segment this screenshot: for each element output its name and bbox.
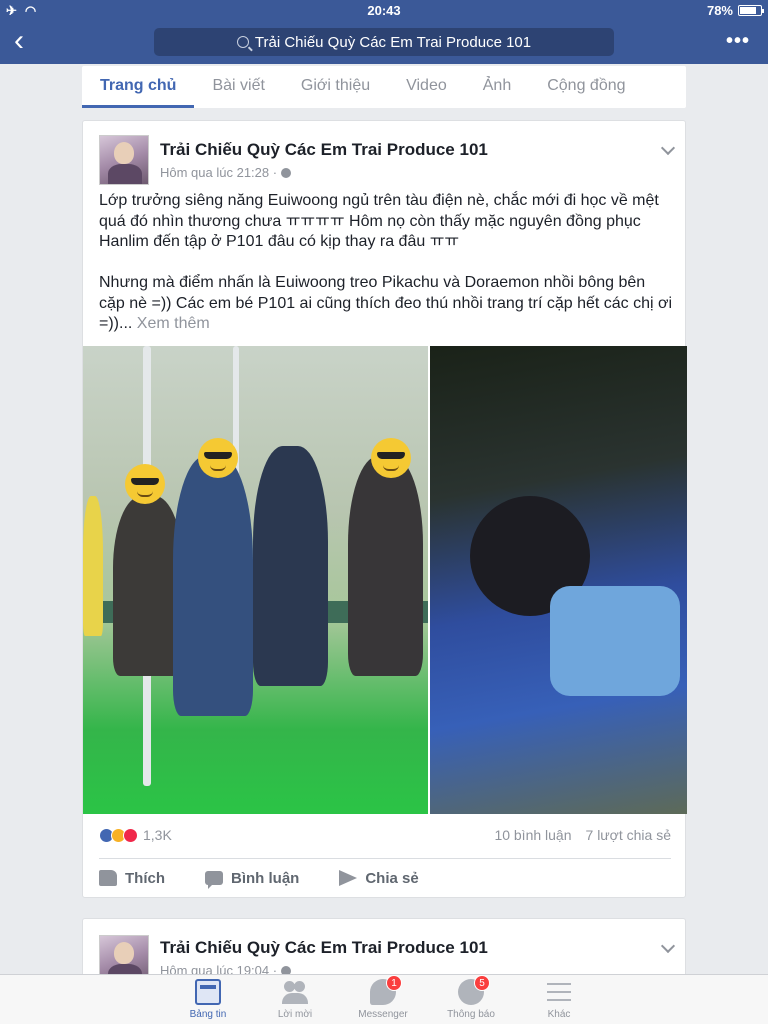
post-page-name[interactable]: Trải Chiếu Quỳ Các Em Trai Produce 101 xyxy=(160,140,488,160)
status-time: 20:43 xyxy=(367,3,401,18)
status-bar: ✈ ◠ 20:43 78% xyxy=(0,0,768,20)
messenger-icon: 1 xyxy=(370,975,402,1005)
share-button[interactable]: Chia sẻ xyxy=(339,869,419,887)
post-stats: 1,3K 10 bình luận 7 lượt chia sẻ xyxy=(99,827,671,847)
tab-label: Thông báo xyxy=(447,1009,495,1020)
back-chevron-icon[interactable]: ‹ xyxy=(14,26,38,56)
passenger xyxy=(173,456,253,716)
bottom-tab-bar: Bảng tin Lời mời 1 Messenger 5 Thông báo… xyxy=(0,974,768,1024)
tab-posts[interactable]: Bài viết xyxy=(194,66,282,108)
post-card: Trải Chiếu Quỳ Các Em Trai Produce 101 H… xyxy=(82,120,687,898)
tab-news-feed[interactable]: Bảng tin xyxy=(163,979,253,1020)
passenger xyxy=(83,496,103,636)
divider xyxy=(99,858,671,859)
battery-percent: 78% xyxy=(706,3,733,18)
search-text: Trải Chiếu Quỳ Các Em Trai Produce 101 xyxy=(254,33,532,51)
notifications-badge: 5 xyxy=(474,975,490,991)
love-reaction-icon xyxy=(123,827,138,843)
post-options-chevron-icon[interactable] xyxy=(660,938,676,954)
post-timestamp[interactable]: Hôm qua lúc 21:28 · xyxy=(160,165,277,180)
friend-requests-icon xyxy=(282,979,308,1005)
like-button[interactable]: Thích xyxy=(99,870,165,887)
post-actions: Thích Bình luận Chia sẻ xyxy=(99,865,671,891)
see-more-link[interactable]: Xem thêm xyxy=(137,315,210,332)
share-icon xyxy=(339,870,358,886)
nav-bar: ‹ Trải Chiếu Quỳ Các Em Trai Produce 101… xyxy=(0,20,768,64)
comment-label: Bình luận xyxy=(231,869,300,887)
reactions-summary[interactable]: 1,3K xyxy=(99,827,172,843)
post-text: Lớp trưởng siêng năng Euiwoong ngủ trên … xyxy=(99,191,675,335)
battery-icon xyxy=(738,5,764,16)
tab-label: Messenger xyxy=(358,1009,408,1020)
student-euiwoong xyxy=(253,446,328,686)
reaction-count: 1,3K xyxy=(143,827,172,843)
tab-videos[interactable]: Video xyxy=(388,66,465,108)
comment-icon xyxy=(205,871,223,889)
tab-friend-requests[interactable]: Lời mời xyxy=(250,979,340,1020)
post-photo[interactable] xyxy=(83,346,687,814)
search-icon xyxy=(236,36,249,48)
search-bar[interactable]: Trải Chiếu Quỳ Các Em Trai Produce 101 xyxy=(154,28,614,56)
post-page-name[interactable]: Trải Chiếu Quỳ Các Em Trai Produce 101 xyxy=(160,938,488,958)
globe-icon: 5 xyxy=(458,975,490,1005)
tab-about[interactable]: Giới thiệu xyxy=(283,66,388,108)
share-label: Chia sẻ xyxy=(365,869,419,887)
passenger xyxy=(348,456,423,676)
sunglasses-emoji-icon xyxy=(198,438,238,478)
photo-closeup-sleeping xyxy=(430,346,687,814)
tab-community[interactable]: Cộng đồng xyxy=(529,66,643,108)
comment-button[interactable]: Bình luận xyxy=(205,869,300,889)
tab-more[interactable]: Khác xyxy=(514,979,604,1020)
status-right: 78% xyxy=(706,3,764,18)
post-options-chevron-icon[interactable] xyxy=(660,140,676,156)
post-body: Lớp trưởng siêng năng Euiwoong ngủ trên … xyxy=(99,192,673,332)
thumbs-up-icon xyxy=(99,870,117,886)
tab-label: Khác xyxy=(547,1009,571,1020)
tab-notifications[interactable]: 5 Thông báo xyxy=(426,975,516,1020)
menu-icon xyxy=(546,979,572,1005)
blue-bag xyxy=(550,586,680,696)
tab-home[interactable]: Trang chủ xyxy=(82,66,195,108)
tab-messenger[interactable]: 1 Messenger xyxy=(338,975,428,1020)
tab-photos[interactable]: Ảnh xyxy=(465,66,529,108)
news-feed-icon xyxy=(195,979,221,1005)
sunglasses-emoji-icon xyxy=(371,438,411,478)
post-meta: Hôm qua lúc 21:28 · xyxy=(160,165,292,180)
page-tabs: Trang chủ Bài viết Giới thiệu Video Ảnh … xyxy=(82,66,686,108)
page-avatar[interactable] xyxy=(99,135,149,185)
more-options-icon[interactable]: ••• xyxy=(726,30,750,53)
sunglasses-emoji-icon xyxy=(125,464,165,504)
messenger-badge: 1 xyxy=(386,975,402,991)
globe-icon xyxy=(281,167,292,178)
share-count[interactable]: 7 lượt chia sẻ xyxy=(586,827,671,843)
photo-subway-seated xyxy=(83,346,428,814)
tab-label: Lời mời xyxy=(277,1009,313,1020)
engagement-counts: 10 bình luận 7 lượt chia sẻ xyxy=(494,827,671,843)
like-label: Thích xyxy=(125,869,165,887)
tab-label: Bảng tin xyxy=(189,1009,227,1020)
comment-count[interactable]: 10 bình luận xyxy=(494,827,571,843)
